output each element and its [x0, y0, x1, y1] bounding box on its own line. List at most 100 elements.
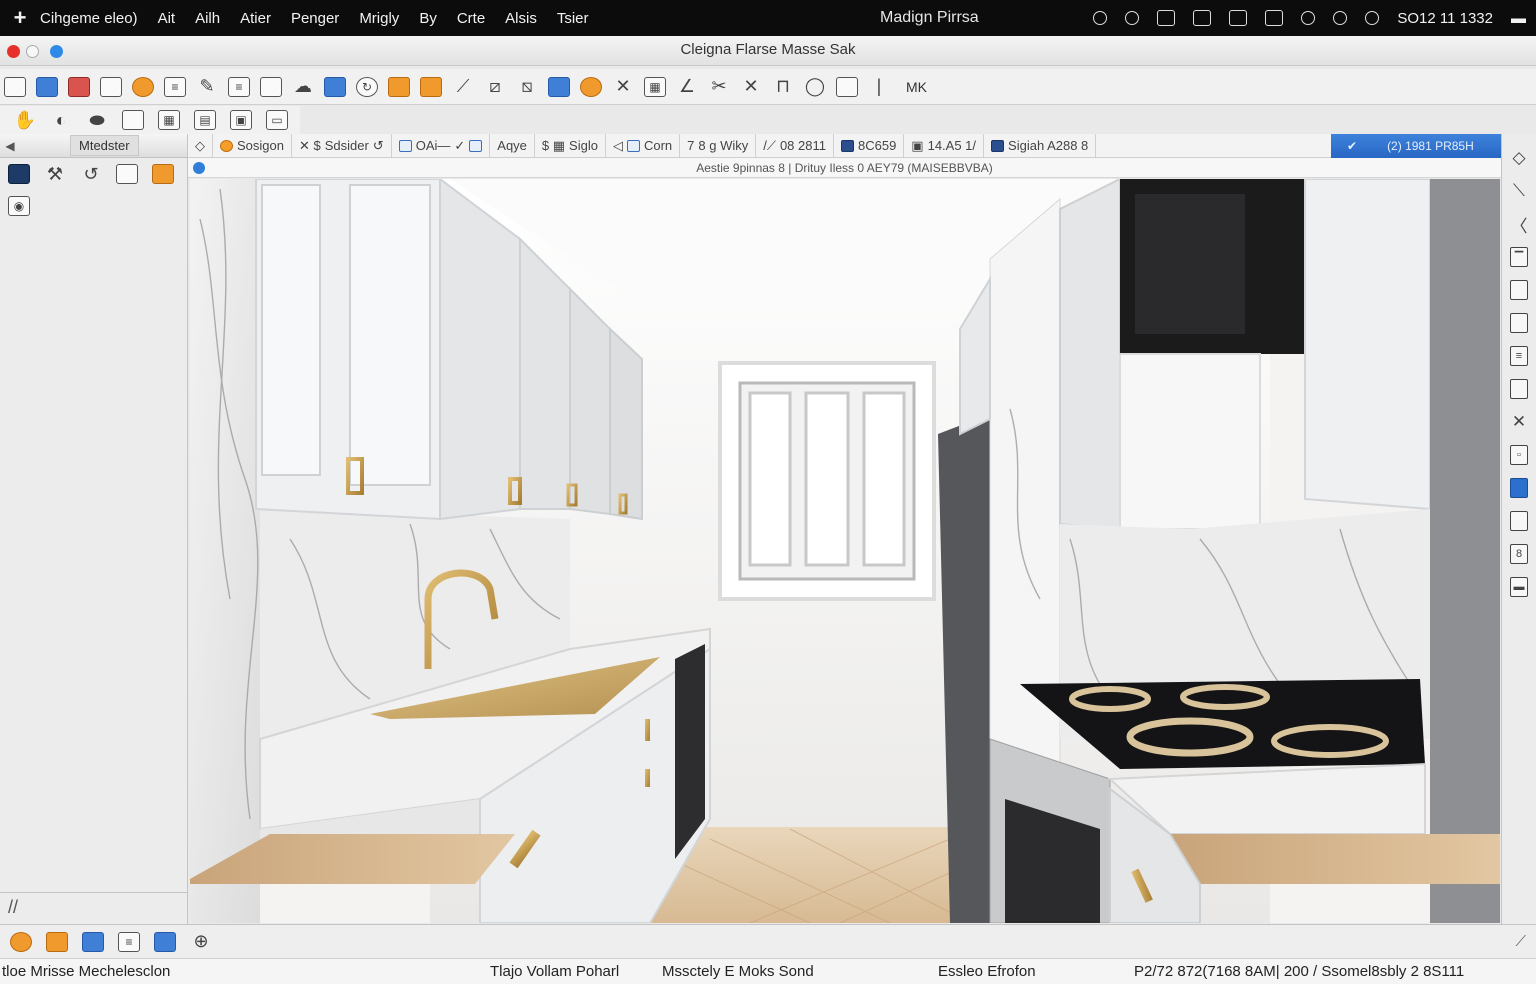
- sidebar-footer-glyph[interactable]: //: [8, 897, 18, 917]
- battery-icon[interactable]: [1229, 10, 1248, 26]
- close-icon[interactable]: ✕: [1510, 412, 1528, 432]
- bracket-icon[interactable]: ⊓: [772, 76, 794, 97]
- binoculars-icon[interactable]: ◉: [8, 196, 30, 216]
- shape-icon[interactable]: [388, 76, 410, 97]
- cross-tool-icon[interactable]: ✕: [612, 76, 634, 97]
- window-icon[interactable]: ▔: [1510, 247, 1528, 267]
- option-item[interactable]: ▣ 14.A5 1/: [904, 133, 985, 158]
- search-icon[interactable]: [1333, 11, 1348, 25]
- grid-tool-icon[interactable]: ▦: [158, 110, 180, 130]
- monitor-icon[interactable]: [1510, 511, 1528, 531]
- option-item[interactable]: 78 g Wiky: [680, 133, 757, 158]
- layers-tool-icon[interactable]: ▤: [194, 110, 216, 130]
- record-icon[interactable]: [68, 76, 90, 97]
- option-item[interactable]: Sosigon: [213, 133, 292, 158]
- option-item[interactable]: ✕ $ Sdsider ↺: [292, 133, 392, 158]
- export-tool-icon[interactable]: ▭: [266, 110, 288, 130]
- numeric-icon[interactable]: 8: [1510, 544, 1528, 564]
- laptop-orange-icon[interactable]: [152, 164, 174, 184]
- drive-icon[interactable]: ▬: [1510, 577, 1528, 597]
- laptop-icon[interactable]: [116, 164, 138, 184]
- folder-icon[interactable]: [1510, 313, 1528, 333]
- stripes-icon[interactable]: ⧅: [516, 76, 538, 97]
- recycle-icon[interactable]: ↻: [356, 76, 378, 97]
- document-icon[interactable]: ≡: [228, 76, 250, 97]
- menu-extra-icon[interactable]: ▬: [1511, 10, 1526, 27]
- printer-icon[interactable]: [260, 76, 282, 97]
- cloud-icon[interactable]: [154, 931, 176, 952]
- close-tool-icon[interactable]: ✕: [740, 76, 762, 97]
- cloud-icon[interactable]: ☁: [292, 76, 314, 97]
- camera-icon[interactable]: [1193, 10, 1212, 26]
- monitor-icon[interactable]: [8, 164, 30, 184]
- hand-tool-icon[interactable]: ✋: [14, 110, 36, 130]
- pencil-icon[interactable]: ✎: [196, 76, 218, 97]
- document-icon[interactable]: ≡: [118, 931, 140, 952]
- scissors-icon[interactable]: ✂: [708, 76, 730, 97]
- blue-square-icon[interactable]: [548, 76, 570, 97]
- list-icon[interactable]: ≡: [1510, 346, 1528, 366]
- mk-label[interactable]: MK: [906, 79, 927, 95]
- menu-item[interactable]: By: [419, 10, 437, 27]
- option-item[interactable]: Sigiah A288 8: [984, 133, 1097, 158]
- menu-item[interactable]: Crte: [457, 10, 485, 27]
- image-icon[interactable]: [324, 76, 346, 97]
- sidebar-title[interactable]: Mtedster: [70, 135, 139, 156]
- chevron-left-icon[interactable]: ◀: [0, 139, 20, 153]
- rotate-icon[interactable]: [580, 76, 602, 97]
- angle-icon[interactable]: ∠: [676, 76, 698, 97]
- new-file-icon[interactable]: [4, 76, 26, 97]
- menu-item[interactable]: Mrigly: [359, 10, 399, 27]
- eraser-tool-icon[interactable]: ⬬: [86, 110, 108, 130]
- camera-tool-icon[interactable]: [122, 110, 144, 130]
- menu-item[interactable]: Ait: [158, 10, 176, 27]
- monitor-icon[interactable]: [100, 76, 122, 97]
- calculator-icon[interactable]: ▦: [644, 76, 666, 97]
- option-item[interactable]: /⟋ 08 2811: [756, 133, 834, 158]
- option-item[interactable]: Aqye: [490, 133, 535, 158]
- square-icon[interactable]: [1510, 280, 1528, 300]
- location-icon[interactable]: [1093, 11, 1108, 25]
- diamond-icon[interactable]: ◇: [195, 138, 205, 154]
- menu-item[interactable]: Alsis: [505, 10, 537, 27]
- clock[interactable]: SO12 11 1332: [1397, 10, 1493, 27]
- circle-tool-icon[interactable]: ◯: [804, 76, 826, 97]
- screen-icon[interactable]: ▫: [1510, 445, 1528, 465]
- copy-icon[interactable]: [1510, 379, 1528, 399]
- undo-icon[interactable]: ↺: [80, 164, 102, 184]
- list-icon[interactable]: ≡: [164, 76, 186, 97]
- menu-app-name[interactable]: Cihgeme eleo): [40, 10, 138, 27]
- materials-icon[interactable]: [46, 931, 68, 952]
- menu-item[interactable]: Atier: [240, 10, 271, 27]
- active-option[interactable]: ✔ (2) 1981 PR85H: [1331, 134, 1501, 158]
- 3d-viewport[interactable]: [190, 179, 1500, 923]
- tools-icon[interactable]: ⚒: [44, 164, 66, 184]
- screen-icon[interactable]: [1265, 10, 1284, 26]
- diamond-icon[interactable]: ◇: [1510, 148, 1528, 168]
- plus-icon[interactable]: +: [0, 5, 40, 31]
- user-icon[interactable]: [1365, 11, 1380, 25]
- layers-icon[interactable]: [10, 931, 32, 952]
- window-icon[interactable]: [1157, 10, 1176, 26]
- option-item[interactable]: 8C659: [834, 133, 905, 158]
- open-file-icon[interactable]: [36, 76, 58, 97]
- rectangle-tool-icon[interactable]: [836, 76, 858, 97]
- menu-item[interactable]: Ailh: [195, 10, 220, 27]
- option-item[interactable]: OAi— ✓: [392, 133, 491, 158]
- add-icon[interactable]: ⊕: [190, 931, 212, 952]
- pin-icon[interactable]: [1510, 478, 1528, 498]
- option-item[interactable]: ◁ Corn: [606, 133, 681, 158]
- line-tool-icon[interactable]: ⟍: [1510, 181, 1528, 201]
- box-icon[interactable]: [420, 76, 442, 97]
- menu-item[interactable]: Penger: [291, 10, 339, 27]
- orbit-tool-icon[interactable]: ◐: [50, 110, 72, 130]
- tag-icon[interactable]: ⟋: [452, 76, 474, 97]
- menu-item[interactable]: Tsier: [557, 10, 589, 27]
- resize-handle-icon[interactable]: ⟋: [1515, 933, 1526, 950]
- ruler-icon[interactable]: ⧄: [484, 76, 506, 97]
- chevron-left-icon[interactable]: 〈: [1510, 214, 1528, 236]
- frame-tool-icon[interactable]: ▣: [230, 110, 252, 130]
- folder-icon[interactable]: [82, 931, 104, 952]
- pin-icon[interactable]: [1301, 11, 1316, 25]
- orange-ball-icon[interactable]: [132, 76, 154, 97]
